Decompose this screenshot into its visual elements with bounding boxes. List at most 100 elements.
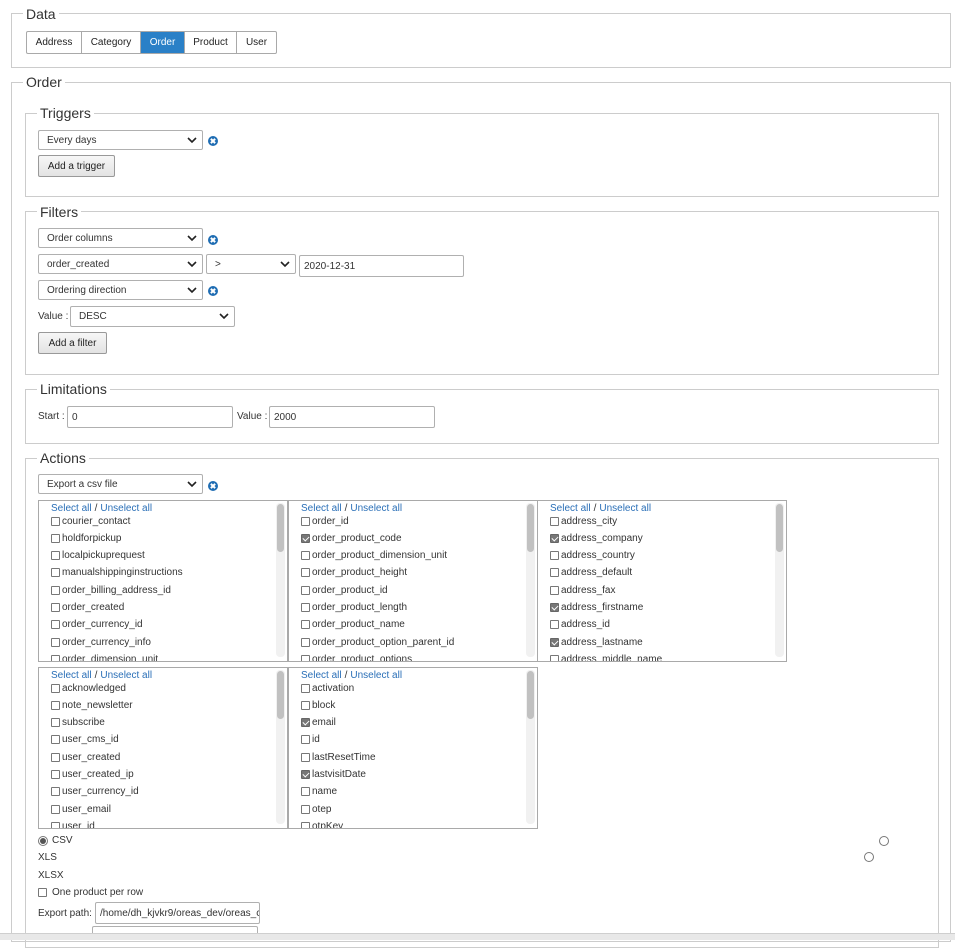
column-checkbox[interactable]: [51, 787, 60, 797]
column-checkbox[interactable]: [301, 821, 310, 828]
column-option[interactable]: order_product_options: [301, 652, 412, 661]
column-option[interactable]: order_created: [51, 601, 124, 615]
tab-address[interactable]: Address: [27, 32, 82, 53]
add-trigger-button[interactable]: Add a trigger: [38, 155, 115, 177]
column-checkbox[interactable]: [550, 585, 559, 595]
trigger-select[interactable]: Every days: [38, 130, 203, 150]
column-option[interactable]: subscribe: [51, 716, 105, 730]
column-checkbox[interactable]: [550, 551, 559, 561]
column-option[interactable]: order_product_length: [301, 601, 407, 615]
ordering-direction-select[interactable]: Ordering direction: [38, 280, 203, 300]
column-option[interactable]: user_created: [51, 750, 120, 764]
column-option[interactable]: address_id: [550, 618, 610, 632]
remove-action-icon[interactable]: [208, 481, 218, 491]
column-option[interactable]: user_created_ip: [51, 768, 134, 782]
columns-box-order-product[interactable]: Select all / Unselect all order_id order_pro…: [288, 500, 538, 662]
column-option[interactable]: email: [301, 716, 336, 730]
unselect-all-link[interactable]: Unselect all: [100, 670, 152, 681]
format-xls-radio[interactable]: [879, 836, 889, 846]
columns-box-joomla-user[interactable]: Select all / Unselect all activation block em…: [288, 667, 538, 829]
columns-box-order[interactable]: Select all / Unselect all courier_contact ho…: [38, 500, 288, 662]
unselect-all-link[interactable]: Unselect all: [350, 670, 402, 681]
column-option[interactable]: address_lastname: [550, 635, 643, 649]
column-option[interactable]: user_email: [51, 802, 111, 816]
column-option[interactable]: courier_contact: [51, 514, 130, 528]
unselect-all-link[interactable]: Unselect all: [100, 503, 152, 514]
format-csv-radio[interactable]: [38, 836, 48, 846]
remove-filter-icon[interactable]: [208, 235, 218, 245]
column-checkbox[interactable]: [51, 735, 60, 745]
scrollbar-thumb[interactable]: [776, 504, 783, 552]
column-option[interactable]: order_billing_address_id: [51, 583, 171, 597]
column-checkbox[interactable]: [301, 700, 310, 710]
column-checkbox[interactable]: [301, 568, 310, 578]
select-all-link[interactable]: Select all: [51, 503, 92, 514]
filter-column-select[interactable]: Order columns: [38, 228, 203, 248]
column-checkbox[interactable]: [301, 752, 310, 762]
column-option[interactable]: address_firstname: [550, 601, 643, 615]
column-option[interactable]: address_city: [550, 514, 617, 528]
column-option[interactable]: user_currency_id: [51, 785, 139, 799]
select-all-link[interactable]: Select all: [51, 670, 92, 681]
column-checkbox[interactable]: [51, 804, 60, 814]
column-checkbox[interactable]: [51, 821, 60, 828]
column-option[interactable]: order_product_dimension_unit: [301, 549, 447, 563]
column-option[interactable]: holdforpickup: [51, 531, 121, 545]
column-checkbox[interactable]: [550, 533, 559, 543]
one-product-checkbox[interactable]: [38, 888, 47, 897]
column-option[interactable]: otep: [301, 802, 331, 816]
column-checkbox[interactable]: [301, 620, 310, 630]
column-checkbox[interactable]: [51, 533, 60, 543]
column-checkbox[interactable]: [51, 683, 60, 693]
column-checkbox[interactable]: [51, 654, 60, 661]
column-option[interactable]: address_middle_name: [550, 652, 662, 661]
column-option[interactable]: address_default: [550, 566, 632, 580]
column-checkbox[interactable]: [301, 637, 310, 647]
column-checkbox[interactable]: [301, 804, 310, 814]
unselect-all-link[interactable]: Unselect all: [350, 503, 402, 514]
column-checkbox[interactable]: [51, 700, 60, 710]
column-option[interactable]: name: [301, 785, 337, 799]
column-checkbox[interactable]: [51, 585, 60, 595]
column-checkbox[interactable]: [51, 568, 60, 578]
column-option[interactable]: address_country: [550, 549, 635, 563]
column-checkbox[interactable]: [301, 533, 310, 543]
column-option[interactable]: id: [301, 733, 320, 747]
column-checkbox[interactable]: [301, 551, 310, 561]
direction-value-select[interactable]: DESC: [70, 306, 235, 327]
columns-box-user[interactable]: Select all / Unselect all acknowledged note_…: [38, 667, 288, 829]
export-path-input[interactable]: /home/dh_kjvkr9/oreas_dev/oreas_c: [95, 902, 260, 924]
select-all-link[interactable]: Select all: [550, 503, 591, 514]
column-checkbox[interactable]: [550, 568, 559, 578]
column-option[interactable]: address_fax: [550, 583, 615, 597]
select-all-link[interactable]: Select all: [301, 503, 342, 514]
column-checkbox[interactable]: [51, 752, 60, 762]
column-option[interactable]: order_product_code: [301, 531, 402, 545]
column-option[interactable]: order_currency_info: [51, 635, 151, 649]
unselect-all-link[interactable]: Unselect all: [599, 503, 651, 514]
scrollbar[interactable]: [276, 670, 285, 824]
filter-value-input[interactable]: 2020-12-31: [299, 255, 464, 277]
filter-field-select[interactable]: order_created: [38, 254, 203, 274]
column-option[interactable]: lastvisitDate: [301, 768, 366, 782]
column-option[interactable]: user_cms_id: [51, 733, 119, 747]
add-filter-button[interactable]: Add a filter: [38, 332, 107, 354]
column-checkbox[interactable]: [301, 787, 310, 797]
filter-operator-select[interactable]: >: [206, 254, 296, 274]
column-option[interactable]: order_product_option_parent_id: [301, 635, 454, 649]
column-checkbox[interactable]: [550, 516, 559, 526]
remove-trigger-icon[interactable]: [208, 136, 218, 146]
scrollbar[interactable]: [526, 503, 535, 657]
start-input[interactable]: 0: [67, 406, 233, 428]
columns-box-address[interactable]: Select all / Unselect all address_city addre…: [537, 500, 787, 662]
column-checkbox[interactable]: [550, 654, 559, 661]
tab-category[interactable]: Category: [82, 32, 141, 53]
column-checkbox[interactable]: [51, 718, 60, 728]
column-checkbox[interactable]: [51, 620, 60, 630]
tab-product[interactable]: Product: [185, 32, 237, 53]
column-checkbox[interactable]: [301, 770, 310, 779]
column-checkbox[interactable]: [51, 516, 60, 526]
column-checkbox[interactable]: [301, 735, 310, 745]
column-option[interactable]: block: [301, 698, 335, 712]
column-checkbox[interactable]: [301, 654, 310, 661]
